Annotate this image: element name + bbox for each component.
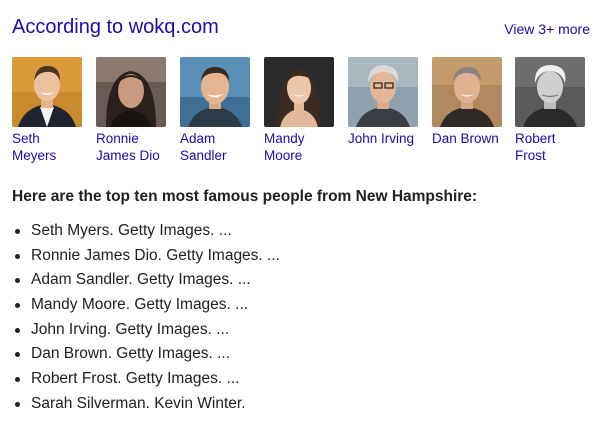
answer-list: Seth Myers. Getty Images. ... Ronnie Jam… <box>12 220 280 418</box>
answer-heading: Here are the top ten most famous people … <box>12 188 478 205</box>
list-item: Adam Sandler. Getty Images. ... <box>12 269 280 294</box>
list-item: John Irving. Getty Images. ... <box>12 319 280 344</box>
portrait-ronnie-james-dio <box>96 57 166 127</box>
john-irving-portrait-icon <box>348 57 418 127</box>
person-name-seth-meyers: Seth Meyers <box>12 131 57 163</box>
person-card-robert-frost[interactable]: Robert Frost <box>515 57 585 164</box>
person-card-adam-sandler[interactable]: Adam Sandler <box>180 57 250 164</box>
robert-frost-portrait-icon <box>515 57 585 127</box>
bullet-icon <box>15 377 20 383</box>
list-item: Seth Myers. Getty Images. ... <box>12 220 280 245</box>
adam-sandler-portrait-icon <box>180 57 250 127</box>
portrait-dan-brown <box>432 57 502 127</box>
bullet-icon <box>15 303 20 309</box>
portrait-robert-frost <box>515 57 585 127</box>
featured-snippet-header: According to wokq.com View 3+ more <box>12 14 590 40</box>
list-item: Ronnie James Dio. Getty Images. ... <box>12 245 280 270</box>
list-item-text: Dan Brown. Getty Images. ... <box>31 345 230 363</box>
list-item-text: Ronnie James Dio. Getty Images. ... <box>31 246 280 264</box>
list-item-text: Seth Myers. Getty Images. ... <box>31 222 232 239</box>
person-name-ronnie-james-dio: Ronnie James Dio <box>96 131 160 163</box>
list-item: Dan Brown. Getty Images. ... <box>12 343 280 368</box>
bullet-icon <box>15 352 20 358</box>
list-item-text: Sarah Silverman. Kevin Winter. <box>31 394 246 412</box>
bullet-icon <box>15 278 20 284</box>
person-name-dan-brown: Dan Brown <box>432 131 499 146</box>
bullet-icon <box>15 401 20 407</box>
list-item: Robert Frost. Getty Images. ... <box>12 368 280 393</box>
person-card-mandy-moore[interactable]: Mandy Moore <box>264 57 334 164</box>
mandy-moore-portrait-icon <box>264 57 334 127</box>
bullet-icon <box>15 327 20 333</box>
list-item: Mandy Moore. Getty Images. ... <box>12 294 280 319</box>
ronnie-james-dio-portrait-icon <box>96 57 166 127</box>
person-card-dan-brown[interactable]: Dan Brown <box>432 57 502 147</box>
person-card-john-irving[interactable]: John Irving <box>348 57 418 147</box>
portrait-john-irving <box>348 57 418 127</box>
bullet-icon <box>15 253 20 259</box>
seth-meyers-portrait-icon <box>12 57 82 127</box>
list-item: Sarah Silverman. Kevin Winter. <box>12 393 280 418</box>
source-title-link[interactable]: According to wokq.com <box>12 14 219 40</box>
list-item-text: Robert Frost. Getty Images. ... <box>31 370 240 388</box>
person-name-robert-frost: Robert Frost <box>515 131 556 163</box>
portrait-seth-meyers <box>12 57 82 127</box>
portrait-adam-sandler <box>180 57 250 127</box>
person-card-seth-meyers[interactable]: Seth Meyers <box>12 57 82 164</box>
portrait-mandy-moore <box>264 57 334 127</box>
view-more-link[interactable]: View 3+ more <box>504 20 590 38</box>
person-name-john-irving: John Irving <box>348 131 415 146</box>
bullet-icon <box>15 229 20 234</box>
dan-brown-portrait-icon <box>432 57 502 127</box>
person-name-mandy-moore: Mandy Moore <box>264 131 305 163</box>
list-item-text: Mandy Moore. Getty Images. ... <box>31 296 249 314</box>
person-card-ronnie-james-dio[interactable]: Ronnie James Dio <box>96 57 166 164</box>
list-item-text: John Irving. Getty Images. ... <box>31 320 230 338</box>
person-name-adam-sandler: Adam Sandler <box>180 131 227 163</box>
people-carousel: Seth Meyers Ronnie James Dio Adam Sandle… <box>12 57 590 167</box>
list-item-text: Adam Sandler. Getty Images. ... <box>31 271 251 289</box>
